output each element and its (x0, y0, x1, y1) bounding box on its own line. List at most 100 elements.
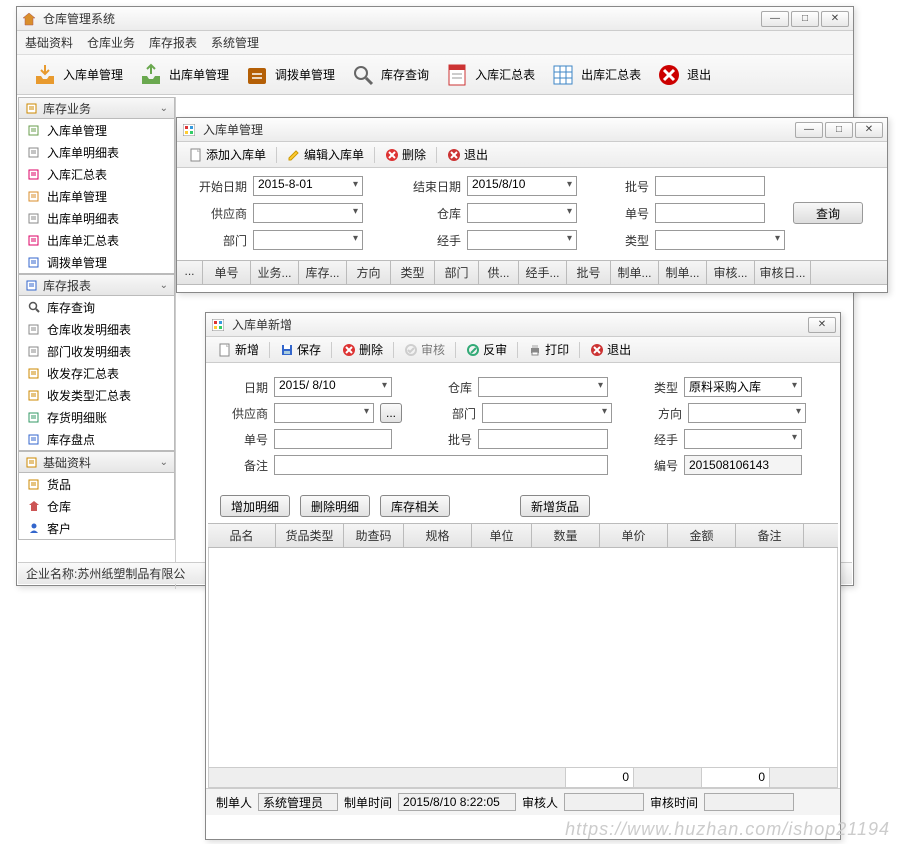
end-date-input[interactable]: 2015/8/10 (467, 176, 577, 196)
column-header[interactable]: 业务... (251, 261, 299, 284)
maximize-button[interactable]: □ (791, 11, 819, 27)
sidebar-item[interactable]: 货品 (19, 473, 174, 495)
column-header[interactable]: 规格 (404, 524, 472, 547)
no-input[interactable] (274, 429, 392, 449)
sidebar-item[interactable]: 收发存汇总表 (19, 362, 174, 384)
handler-combo[interactable] (684, 429, 802, 449)
wh-combo[interactable] (467, 203, 577, 223)
column-header[interactable]: 品名 (208, 524, 276, 547)
maximize-button[interactable]: □ (825, 122, 853, 138)
minimize-button[interactable]: — (761, 11, 789, 27)
column-header[interactable]: 单位 (472, 524, 532, 547)
menu-item[interactable]: 系统管理 (211, 34, 259, 51)
remark-input[interactable] (274, 455, 608, 475)
sidebar-item[interactable]: 存货明细账 (19, 406, 174, 428)
accordion-header[interactable]: 基础资料⌄ (18, 451, 175, 473)
supplier-lookup-button[interactable]: ... (380, 403, 402, 423)
toolbar-transfer-button[interactable]: 调拨单管理 (239, 59, 339, 91)
column-header[interactable]: 经手... (519, 261, 567, 284)
sidebar-item[interactable]: 仓库收发明细表 (19, 318, 174, 340)
toolbar-outbox-button[interactable]: 出库单管理 (133, 59, 233, 91)
close-button[interactable]: ✕ (808, 317, 836, 333)
toolbar-search-button[interactable]: 库存查询 (345, 59, 433, 91)
column-header[interactable]: 库存... (299, 261, 347, 284)
toolbar-close-button[interactable]: 退出 (651, 59, 715, 91)
sidebar-item[interactable]: 出库单管理 (19, 185, 174, 207)
type-combo[interactable]: 原料采购入库 (684, 377, 802, 397)
sidebar-item[interactable]: 仓库 (19, 495, 174, 517)
sidebar-item[interactable]: 部门收发明细表 (19, 340, 174, 362)
wh-combo[interactable] (478, 377, 608, 397)
sidebar-item[interactable]: 调拨单管理 (19, 251, 174, 273)
add-exit-button[interactable]: 退出 (586, 341, 635, 358)
sidebar-item[interactable]: 入库汇总表 (19, 163, 174, 185)
mgr-del-button[interactable]: 删除 (381, 146, 430, 163)
main-titlebar: 仓库管理系统 — □ ✕ (17, 7, 853, 31)
add-line-button[interactable]: 增加明细 (220, 495, 290, 517)
mgr-new-button[interactable]: 添加入库单 (185, 146, 270, 163)
sidebar-item[interactable]: 库存查询 (19, 296, 174, 318)
batch-input[interactable] (478, 429, 608, 449)
mgr-edit-button[interactable]: 编辑入库单 (283, 146, 368, 163)
accordion-header[interactable]: 库存业务⌄ (18, 97, 175, 119)
new-goods-button[interactable]: 新增货品 (520, 495, 590, 517)
grid-body[interactable] (208, 548, 838, 768)
supplier-combo[interactable] (253, 203, 363, 223)
sidebar-item[interactable]: 入库单明细表 (19, 141, 174, 163)
minimize-button[interactable]: — (795, 122, 823, 138)
dir-combo[interactable] (688, 403, 806, 423)
sidebar-item[interactable]: 出库单汇总表 (19, 229, 174, 251)
add-new-button[interactable]: 新增 (214, 341, 263, 358)
column-header[interactable]: 制单... (611, 261, 659, 284)
type-combo[interactable] (655, 230, 785, 250)
dept-combo[interactable] (482, 403, 612, 423)
sidebar-item[interactable]: 收发类型汇总表 (19, 384, 174, 406)
batch-input[interactable] (655, 176, 765, 196)
column-header[interactable]: ... (177, 261, 203, 284)
column-header[interactable]: 货品类型 (276, 524, 344, 547)
close-button[interactable]: ✕ (821, 11, 849, 27)
mgr-exit-button[interactable]: 退出 (443, 146, 492, 163)
column-header[interactable]: 单号 (203, 261, 251, 284)
column-header[interactable]: 供... (479, 261, 519, 284)
sidebar-item[interactable]: 库存盘点 (19, 428, 174, 450)
sidebar-item[interactable]: 出库单明细表 (19, 207, 174, 229)
dept-combo[interactable] (253, 230, 363, 250)
menu-item[interactable]: 库存报表 (149, 34, 197, 51)
column-header[interactable]: 制单... (659, 261, 707, 284)
column-header[interactable]: 类型 (391, 261, 435, 284)
column-header[interactable]: 备注 (736, 524, 804, 547)
wh-label: 仓库 (432, 379, 472, 396)
sidebar-item[interactable]: 入库单管理 (19, 119, 174, 141)
column-header[interactable]: 审核... (707, 261, 755, 284)
menu-item[interactable]: 基础资料 (25, 34, 73, 51)
column-header[interactable]: 数量 (532, 524, 600, 547)
toolbar-sheet-button[interactable]: 入库汇总表 (439, 59, 539, 91)
add-print-button[interactable]: 打印 (524, 341, 573, 358)
start-date-input[interactable]: 2015-8-01 (253, 176, 363, 196)
handler-combo[interactable] (467, 230, 577, 250)
column-header[interactable]: 单价 (600, 524, 668, 547)
rel-button[interactable]: 库存相关 (380, 495, 450, 517)
column-header[interactable]: 方向 (347, 261, 391, 284)
no-input[interactable] (655, 203, 765, 223)
del-line-button[interactable]: 删除明细 (300, 495, 370, 517)
close-button[interactable]: ✕ (855, 122, 883, 138)
supplier-combo[interactable] (274, 403, 374, 423)
query-button[interactable]: 查询 (793, 202, 863, 224)
column-header[interactable]: 助查码 (344, 524, 404, 547)
add-save-button[interactable]: 保存 (276, 341, 325, 358)
add-del-button[interactable]: 删除 (338, 341, 387, 358)
menu-item[interactable]: 仓库业务 (87, 34, 135, 51)
add-unaudit-button[interactable]: 反审 (462, 341, 511, 358)
toolbar-inbox-button[interactable]: 入库单管理 (27, 59, 127, 91)
column-header[interactable]: 批号 (567, 261, 611, 284)
toolbar-grid-button[interactable]: 出库汇总表 (545, 59, 645, 91)
date-input[interactable]: 2015/ 8/10 (274, 377, 392, 397)
column-header[interactable]: 部门 (435, 261, 479, 284)
supplier-label: 供应商 (224, 405, 268, 422)
accordion-header[interactable]: 库存报表⌄ (18, 274, 175, 296)
sidebar-item[interactable]: 客户 (19, 517, 174, 539)
column-header[interactable]: 金额 (668, 524, 736, 547)
column-header[interactable]: 审核日... (755, 261, 811, 284)
